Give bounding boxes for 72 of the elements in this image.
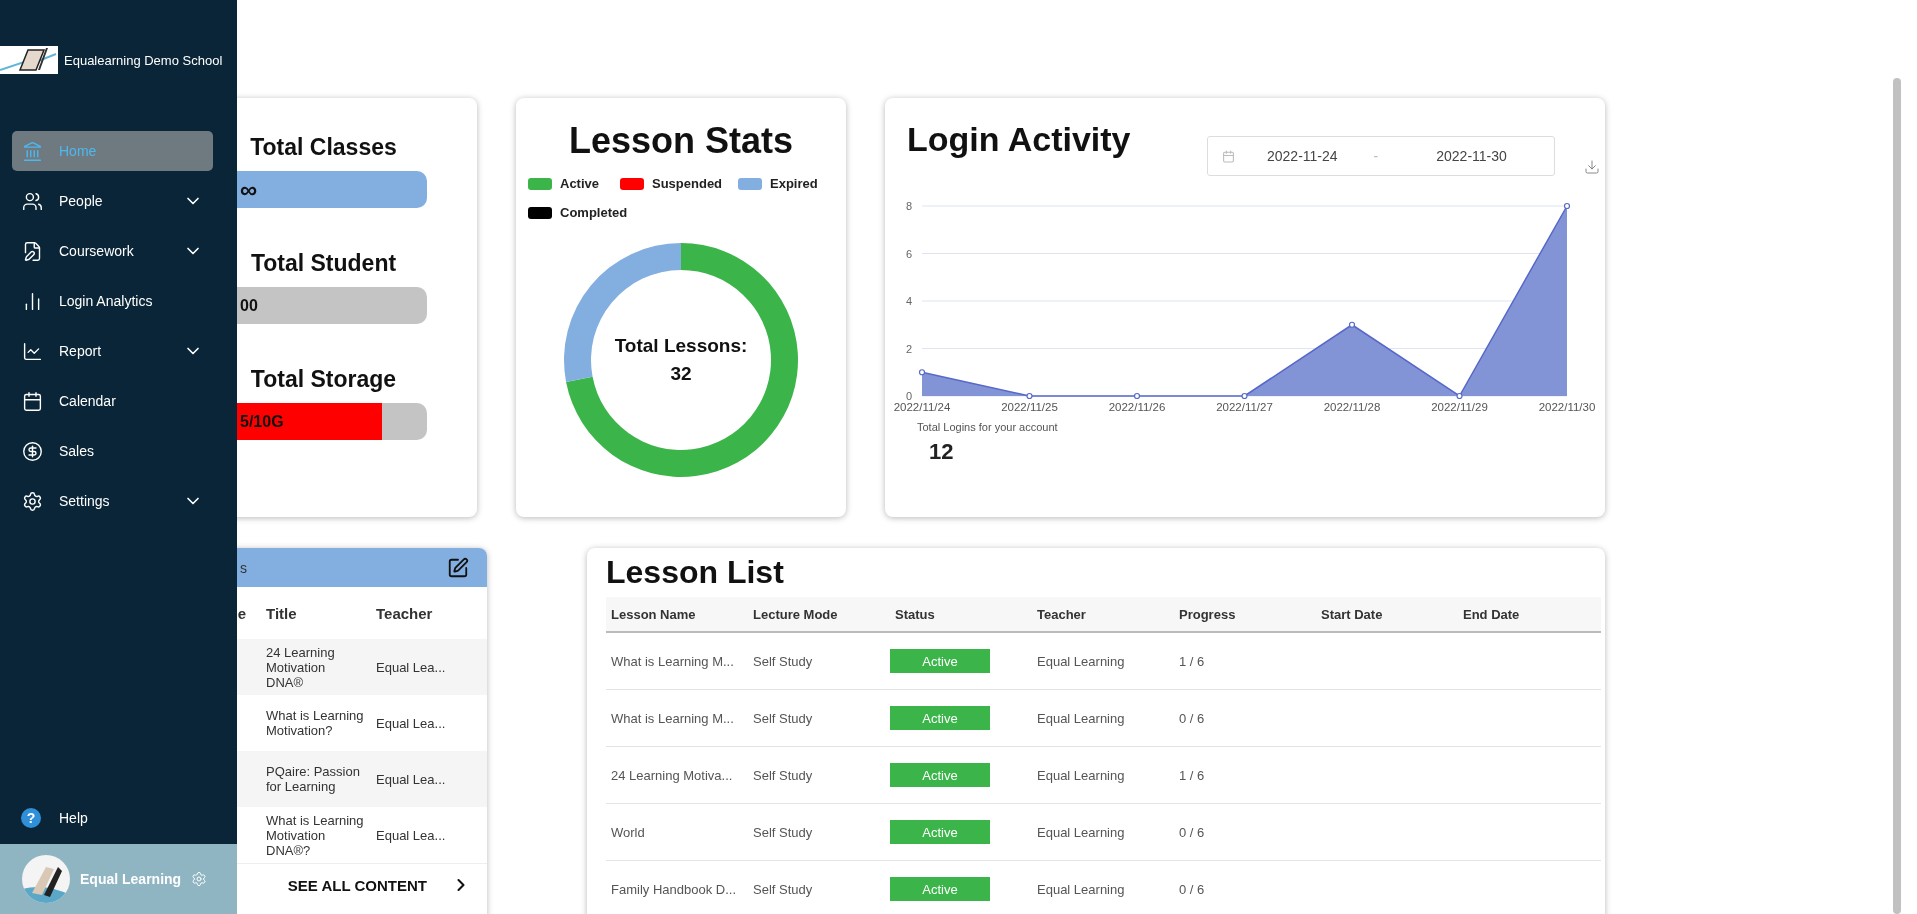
axis-label: 8 [905,200,912,212]
table-cell: Equal Lea... [376,827,446,843]
table-cell-text: Equal Learning [1036,881,1126,897]
school-name: Equalearning Demo School [64,52,223,68]
column-header: Lecture Mode [752,606,839,622]
table-cell-text: 24 Learning Motiva... [610,767,734,783]
legend-label: Active [560,176,600,191]
legend-label: Expired [770,176,818,191]
table-cell-text: Equal Learning [1036,710,1126,726]
axis-label: 2022/11/24 [893,401,951,413]
card-title: Lesson List [605,554,784,591]
table-cell-text: Self Study [752,767,814,783]
status-badge: Active [890,877,990,901]
stat-value: ∞ [240,175,258,205]
column-header: Status [894,606,936,622]
stat-value: 5/10G [240,412,284,432]
table-cell-text: Self Study [752,653,814,669]
table-cell-text: Equal Learning [1036,824,1126,840]
table-cell-text: Equal Learning [1036,653,1126,669]
card-title: Login Activity [906,120,1131,159]
status-badge: Active [890,649,990,673]
axis-label: 2022/11/27 [1216,401,1273,413]
axis-label: 2022/11/26 [1108,401,1166,413]
stat-title: Total Classes [249,134,398,161]
axis-label: 4 [905,295,912,307]
table-cell: What is Learning Motivation DNA®? [266,812,364,858]
stat-title: Total Storage [249,366,398,393]
legend-label: Suspended [652,176,723,191]
table-cell-text: 1 / 6 [1178,653,1206,669]
table-cell: Equal Lea... [376,715,446,731]
total-logins-value: 12 [928,439,955,465]
axis-label: 0 [905,390,912,402]
table-cell-text: Self Study [752,824,814,840]
axis-label: 2022/11/28 [1323,401,1381,413]
stat-title: Total Student [249,250,398,277]
stat-value: 00 [240,296,258,316]
column-header: End Date [1462,606,1521,622]
table-cell-text: Self Study [752,881,814,897]
table-cell: Equal Lea... [376,659,446,675]
axis-label: 6 [905,247,912,260]
table-cell-text: 0 / 6 [1178,881,1206,897]
column-header: Lesson Name [610,606,697,622]
column-header: Teacher [1036,606,1087,622]
legend-label: Completed [560,205,628,220]
axis-label: 2022/11/30 [1538,401,1596,413]
table-cell-text: 0 / 6 [1178,710,1206,726]
card-title: Lesson Stats [568,120,794,162]
column-header: Progress [1178,606,1237,622]
table-cell-text: 0 / 6 [1178,824,1206,840]
donut-label: Total Lessons: [614,335,748,357]
status-badge: Active [890,763,990,787]
status-badge: Active [890,706,990,730]
table-cell-text: World [610,824,646,840]
user-name: Equal Learning [80,871,182,887]
axis-label: 2022/11/29 [1431,401,1488,413]
status-badge: Active [890,820,990,844]
card-title: s [240,559,247,576]
column-header: Start Date [1320,606,1384,622]
table-cell-text: Self Study [752,710,814,726]
table-cell-text: Equal Learning [1036,767,1126,783]
table-cell-text: PQaire: Passion for Learning [266,764,361,794]
axis-label: 2022/11/25 [1001,401,1058,413]
total-logins-label: Total Logins for your account [916,421,1059,433]
table-cell-text: What is Learning M... [610,710,735,726]
table-cell-text: 24 Learning Motivation DNA® [266,644,336,690]
axis-label: 2 [905,342,912,355]
donut-total: 32 [670,363,692,385]
table-cell: What is Learning Motivation? [266,708,364,738]
table-cell: Equal Lea... [376,771,446,787]
table-cell-text: Family Handbook D... [610,881,737,897]
table-cell-text: 1 / 6 [1178,767,1206,783]
table-cell-text: What is Learning M... [610,653,735,669]
